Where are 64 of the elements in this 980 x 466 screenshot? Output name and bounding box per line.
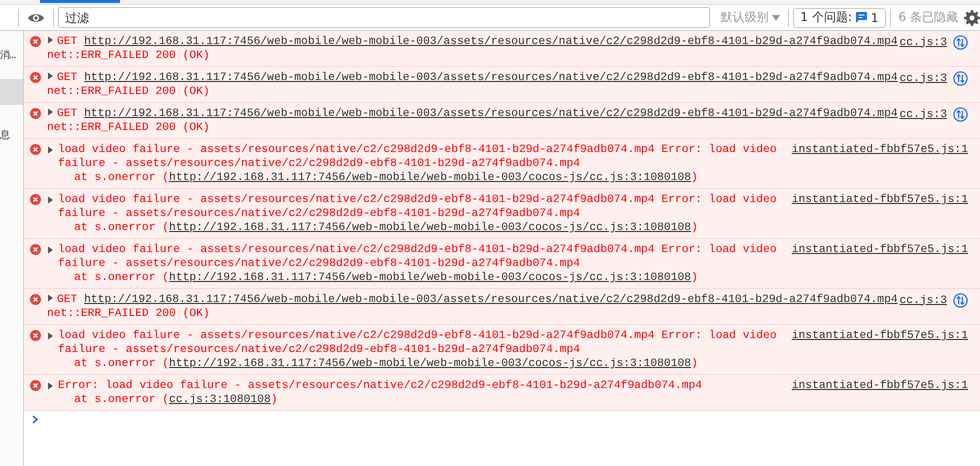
expand-icon[interactable]	[47, 196, 54, 204]
network-request-icon[interactable]	[953, 293, 968, 308]
prompt-chevron-icon	[32, 415, 39, 424]
request-method: GET	[57, 108, 78, 120]
source-link[interactable]: instantiated-fbbf57e5.js:1	[792, 329, 968, 343]
stack-link[interactable]: http://192.168.31.117:7456/web-mobile/web-mobile-003/cocos-js/cc.js:3:1080108	[169, 172, 692, 184]
message-icon	[856, 12, 867, 23]
error-icon	[30, 72, 41, 83]
expand-icon[interactable]	[47, 382, 54, 390]
issues-button[interactable]: 1 个问题: 1	[793, 8, 886, 28]
request-status: net::ERR_FAILED 200 (OK)	[47, 86, 210, 98]
sidebar-item[interactable]: 消...	[0, 31, 23, 79]
filter-field[interactable]: 过滤	[58, 7, 710, 28]
source-link[interactable]: cc.js:3	[900, 36, 947, 50]
expand-icon[interactable]	[47, 108, 54, 116]
request-url-link[interactable]: http://192.168.31.117:7456/web-mobile/web-mobile-003/assets/resources/native/c2/c298d2d9-ebf8-4101-b29d-a274f9adb074.mp4	[84, 72, 898, 84]
sidebar-item[interactable]: 息	[0, 105, 23, 165]
source-link[interactable]: instantiated-fbbf57e5.js:1	[792, 193, 968, 207]
request-method: GET	[57, 294, 78, 306]
request-method: GET	[57, 36, 78, 48]
error-icon	[30, 380, 41, 391]
error-icon	[30, 194, 41, 205]
stack-trace: at s.onerror (http://192.168.31.117:7456/web-mobile/web-mobile-003/cocos-js/cc.js:3:1080108)	[73, 221, 699, 235]
source-link[interactable]: instantiated-fbbf57e5.js:1	[792, 143, 968, 157]
source-link[interactable]: cc.js:3	[900, 108, 947, 122]
source-link[interactable]: cc.js:3	[900, 294, 947, 308]
request-status: net::ERR_FAILED 200 (OK)	[47, 308, 210, 320]
request-status: net::ERR_FAILED 200 (OK)	[47, 50, 210, 62]
expand-icon[interactable]	[47, 36, 54, 44]
source-link[interactable]: instantiated-fbbf57e5.js:1	[792, 243, 968, 257]
eye-icon[interactable]	[27, 12, 45, 24]
error-icon	[30, 294, 41, 305]
source-link[interactable]: cc.js:3	[900, 72, 947, 86]
stack-link[interactable]: http://192.168.31.117:7456/web-mobile/web-mobile-003/cocos-js/cc.js:3:1080108	[169, 358, 692, 370]
expand-icon[interactable]	[47, 146, 54, 154]
stack-trace: at s.onerror (http://192.168.31.117:7456/web-mobile/web-mobile-003/cocos-js/cc.js:3:1080108)	[73, 357, 699, 371]
error-message: Error: load video failure - assets/resources/native/c2/c298d2d9-ebf8-4101-b29d-a274f9adb074.mp4	[58, 379, 702, 393]
source-link[interactable]: instantiated-fbbf57e5.js:1	[792, 379, 968, 393]
expand-icon[interactable]	[47, 246, 54, 254]
stack-trace: at s.onerror (cc.js:3:1080108)	[73, 393, 279, 407]
network-request-icon[interactable]	[953, 71, 968, 86]
stack-trace: at s.onerror (http://192.168.31.117:7456/web-mobile/web-mobile-003/cocos-js/cc.js:3:1080108)	[73, 171, 699, 185]
error-icon	[30, 108, 41, 119]
expand-icon[interactable]	[47, 294, 54, 302]
expand-icon[interactable]	[47, 72, 54, 80]
request-method: GET	[57, 72, 78, 84]
request-status: net::ERR_FAILED 200 (OK)	[47, 122, 210, 134]
request-url-link[interactable]: http://192.168.31.117:7456/web-mobile/web-mobile-003/assets/resources/native/c2/c298d2d9-ebf8-4101-b29d-a274f9adb074.mp4	[84, 108, 898, 120]
stack-link[interactable]: http://192.168.31.117:7456/web-mobile/web-mobile-003/cocos-js/cc.js:3:1080108	[169, 222, 692, 234]
stack-link[interactable]: http://192.168.31.117:7456/web-mobile/web-mobile-003/cocos-js/cc.js:3:1080108	[169, 272, 692, 284]
error-icon	[30, 36, 41, 47]
error-icon	[30, 244, 41, 255]
network-request-icon[interactable]	[953, 35, 968, 50]
settings-icon[interactable]	[964, 10, 980, 26]
request-url-link[interactable]: http://192.168.31.117:7456/web-mobile/web-mobile-003/assets/resources/native/c2/c298d2d9-ebf8-4101-b29d-a274f9adb074.mp4	[84, 294, 898, 306]
stack-link[interactable]: cc.js:3:1080108	[169, 394, 271, 406]
error-icon	[30, 144, 41, 155]
dropdown-caret-icon	[772, 14, 780, 20]
hidden-count: 6 条已隐藏	[898, 9, 959, 26]
network-request-icon[interactable]	[953, 107, 968, 122]
error-icon	[30, 330, 41, 341]
expand-icon[interactable]	[47, 332, 54, 340]
request-url-link[interactable]: http://192.168.31.117:7456/web-mobile/web-mobile-003/assets/resources/native/c2/c298d2d9-ebf8-4101-b29d-a274f9adb074.mp4	[84, 36, 898, 48]
stack-trace: at s.onerror (http://192.168.31.117:7456/web-mobile/web-mobile-003/cocos-js/cc.js:3:1080108)	[73, 271, 699, 285]
